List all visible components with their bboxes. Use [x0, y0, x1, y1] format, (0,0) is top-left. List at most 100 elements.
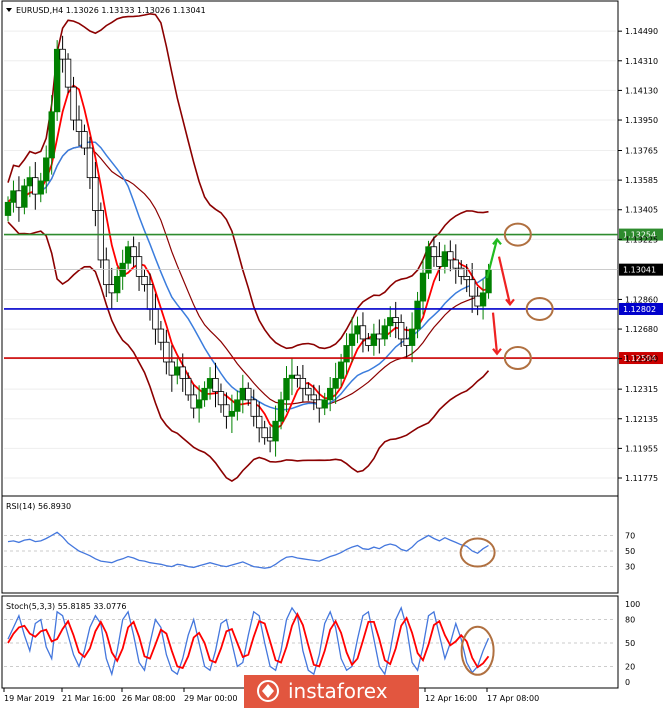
candle-body [37, 180, 44, 195]
candle-body [43, 157, 50, 182]
candle-body [135, 256, 143, 277]
time-tick-label: 19 Mar 2019 [4, 694, 55, 703]
rsi-title: RSI(14) 56.8930 [6, 502, 71, 511]
candle-body [157, 328, 165, 343]
time-tick-label: 21 Mar 16:00 [62, 694, 115, 703]
candle-body [114, 275, 121, 294]
candle-body [64, 58, 72, 88]
price-tick-label: 1.13765 [625, 146, 658, 155]
candle-body [294, 374, 301, 379]
time-tick-label: 12 Apr 16:00 [425, 694, 477, 703]
candle-body [201, 387, 208, 401]
candle-body [305, 387, 312, 396]
candle-body [195, 399, 203, 409]
candle-body [239, 387, 246, 401]
current-price-label: 1.13041 [623, 266, 656, 275]
candle-body [266, 437, 274, 442]
watermark: instaforex [244, 675, 419, 708]
time-tick-label: 17 Apr 08:00 [487, 694, 539, 703]
price-tick-label: 1.12860 [625, 295, 658, 304]
candle-body [217, 391, 225, 406]
candle-body [365, 338, 372, 346]
price-tick-label: 1.12315 [625, 385, 658, 394]
candle-body [277, 399, 285, 422]
candle-body [223, 404, 230, 417]
candle-body [70, 86, 77, 121]
candle-body [343, 345, 350, 363]
candle-body [10, 190, 17, 203]
rsi-panel [1, 495, 619, 594]
stoch-tick-label: 20 [625, 662, 635, 671]
candle-body [419, 272, 427, 302]
candle-body [452, 259, 459, 269]
candle-body [463, 275, 470, 281]
candle-body [256, 415, 263, 429]
candle-body [348, 333, 356, 346]
candle-body [397, 322, 405, 340]
rsi-tick-label: 70 [625, 531, 635, 540]
candle-body [124, 246, 132, 264]
candle-body [21, 185, 28, 208]
candle-body [190, 394, 197, 409]
candle-body [327, 387, 334, 401]
pivot-tag-label: 1.12802 [623, 305, 656, 314]
candle-body [250, 399, 257, 417]
price-tick-label: 1.13225 [625, 235, 658, 244]
candle-body [299, 378, 307, 389]
candle-body [152, 308, 159, 330]
price-axis: 1.14490 1.14310 1.14130 1.13950 1.13765 1.135… [618, 27, 658, 483]
candle-body [179, 366, 186, 379]
candle-body [337, 361, 345, 379]
rsi-tick-label: 50 [625, 547, 635, 556]
candle-body [53, 48, 61, 113]
candle-body [146, 284, 154, 310]
candle-body [425, 246, 432, 274]
candle-body [185, 378, 192, 396]
candle-body [403, 338, 410, 346]
candle-body [436, 256, 443, 267]
candle-body [48, 111, 55, 159]
candle-body [234, 399, 241, 412]
candle-body [474, 295, 481, 307]
candle-body [15, 190, 23, 208]
candle-body [359, 325, 367, 340]
candle-body [108, 284, 115, 294]
candle-body [81, 131, 88, 149]
candle-body [272, 420, 279, 442]
price-panel [1, 0, 619, 497]
candle-body [441, 251, 449, 267]
candle-body [228, 410, 236, 417]
price-tick-label: 1.12500 [625, 355, 658, 364]
time-tick-label: 29 Mar 00:00 [184, 694, 237, 703]
price-tick-label: 1.12135 [625, 415, 658, 424]
symbol-header: EURUSD,H4 1.13026 1.13133 1.13026 1.1304… [16, 6, 206, 15]
candle-body [430, 246, 438, 258]
candle-body [75, 119, 83, 132]
stoch-title: Stoch(5,3,3) 55.8185 33.0776 [6, 602, 126, 611]
candle-body [261, 427, 268, 439]
time-tick-label: 26 Mar 08:00 [122, 694, 175, 703]
candle-body [288, 374, 296, 379]
candle-body [321, 399, 328, 409]
candle-body [332, 378, 339, 389]
candle-body [310, 394, 317, 401]
candle-body [32, 177, 39, 195]
price-tick-label: 1.14130 [625, 86, 658, 95]
stoch-tick-label: 100 [625, 600, 640, 609]
candle-body [479, 292, 487, 307]
candle-body [168, 361, 175, 376]
candle-body [92, 177, 99, 211]
stoch-tick-label: 50 [625, 639, 635, 648]
candle-body [376, 333, 383, 340]
candle-body [283, 378, 290, 401]
candle-body [174, 366, 181, 376]
candle-body [414, 300, 421, 330]
eurusd-h4-chart: 1.132541.128021.125041.13041 1.144901.14… [1, 0, 663, 708]
candle-body [392, 317, 399, 323]
stoch-tick-label: 80 [625, 616, 635, 625]
candle-body [59, 48, 66, 60]
rsi-tick-label: 30 [625, 563, 635, 572]
candle-body [206, 378, 214, 389]
candle-body [212, 378, 219, 393]
candle-body [163, 341, 170, 363]
